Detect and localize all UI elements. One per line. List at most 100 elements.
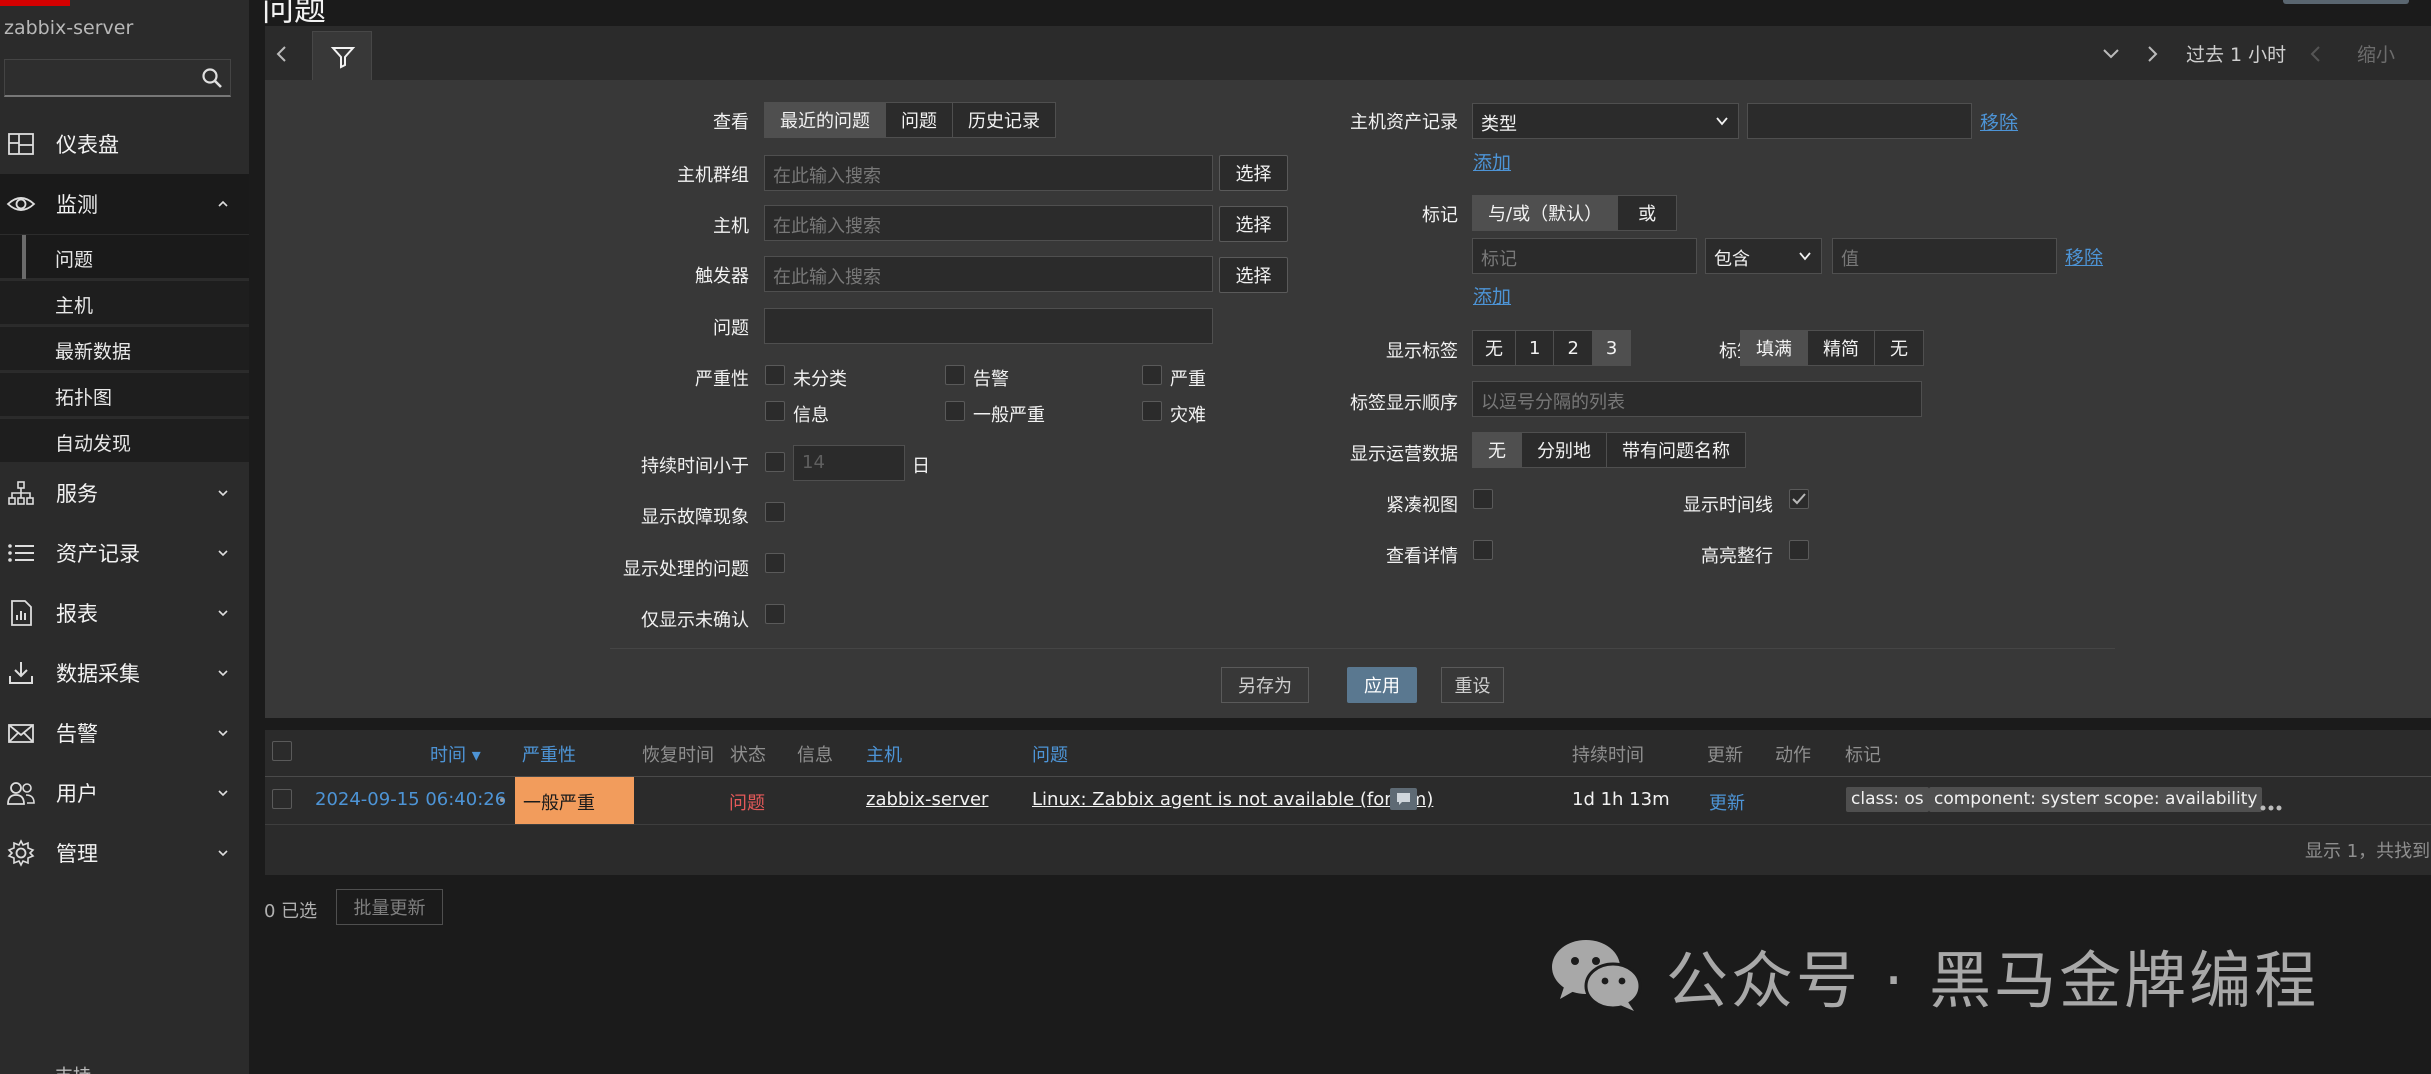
search-icon[interactable] [200, 66, 224, 90]
show-opdata-none[interactable]: 无 [1473, 433, 1522, 467]
sidebar-item-label: 主机 [55, 295, 94, 317]
show-opdata-with-name[interactable]: 带有问题名称 [1607, 433, 1745, 467]
tags-mode-and-or[interactable]: 与/或（默认） [1473, 196, 1619, 230]
inventory-value-input[interactable] [1747, 103, 1972, 139]
inventory-remove-link[interactable]: 移除 [1980, 108, 2018, 135]
show-tags-3[interactable]: 3 [1592, 331, 1631, 365]
comment-icon[interactable] [1390, 788, 1417, 810]
age-input[interactable]: 14 [793, 445, 905, 481]
zoom-out-button[interactable]: 缩小 [2357, 40, 2395, 67]
sidebar-item-maps[interactable]: 拓扑图 [0, 372, 249, 416]
nav-services[interactable]: 服务 [0, 463, 249, 523]
highlight-row-checkbox[interactable] [1789, 540, 1809, 560]
compact-view-checkbox[interactable] [1473, 489, 1493, 509]
row-tag[interactable]: class: os [1846, 787, 1929, 812]
show-suppressed-checkbox[interactable] [765, 553, 785, 573]
nav-administration[interactable]: 管理 [0, 823, 249, 883]
column-problem[interactable]: 问题 [1032, 741, 1068, 767]
row-tag[interactable]: component: system [1929, 787, 2108, 812]
inventory-add-link[interactable]: 添加 [1473, 148, 1511, 175]
severity-not-classified-checkbox[interactable] [765, 365, 785, 385]
severity-disaster-checkbox[interactable] [1142, 401, 1162, 421]
row-checkbox[interactable] [272, 789, 292, 809]
show-timeline-checkbox[interactable] [1789, 489, 1809, 509]
column-host[interactable]: 主机 [866, 741, 902, 767]
triggers-input[interactable]: 在此输入搜索 [764, 256, 1213, 292]
sidebar-search-input[interactable] [4, 59, 231, 97]
hosts-select-button[interactable]: 选择 [1219, 206, 1288, 242]
apply-button[interactable]: 应用 [1347, 667, 1417, 703]
compact-view-label: 紧凑视图 [1386, 495, 1458, 516]
hosts-input[interactable]: 在此输入搜索 [764, 205, 1213, 241]
tag-name-input[interactable]: 标记 [1472, 238, 1697, 274]
severity-average-checkbox[interactable] [945, 401, 965, 421]
nav-data-collection[interactable]: 数据采集 [0, 643, 249, 703]
show-symptoms-checkbox[interactable] [765, 502, 785, 522]
nav-monitoring[interactable]: 监测 [0, 174, 249, 234]
show-opdata-separately[interactable]: 分别地 [1522, 433, 1607, 467]
show-tags-none[interactable]: 无 [1473, 331, 1516, 365]
nav-users-label: 用户 [56, 782, 98, 806]
show-tags-1[interactable]: 1 [1516, 331, 1555, 365]
tab-filter[interactable] [312, 31, 372, 81]
show-symptoms-label: 显示故障现象 [641, 507, 749, 528]
show-details-label: 查看详情 [1386, 546, 1458, 567]
show-problems[interactable]: 问题 [886, 103, 953, 137]
host-groups-label: 主机群组 [677, 165, 749, 186]
tag-value-input[interactable]: 值 [1832, 238, 2057, 274]
tag-name-none[interactable]: 无 [1875, 331, 1923, 365]
sidebar-item-problems[interactable]: 问题 [0, 234, 249, 279]
nav-support[interactable]: 支持 [55, 1062, 91, 1074]
nav-alerts[interactable]: 告警 [0, 703, 249, 763]
severity-warning-checkbox[interactable] [945, 365, 965, 385]
row-host-link[interactable]: zabbix-server [866, 789, 988, 810]
chevron-left-icon[interactable] [272, 42, 292, 66]
more-tags-icon[interactable] [2259, 796, 2283, 811]
age-checkbox[interactable] [765, 452, 785, 472]
header-action-button[interactable] [2283, 0, 2409, 4]
row-tag[interactable]: scope: availability [2099, 787, 2263, 812]
save-as-button[interactable]: 另存为 [1221, 667, 1309, 703]
sidebar-item-discovery[interactable]: 自动发现 [0, 418, 249, 462]
unack-only-checkbox[interactable] [765, 604, 785, 624]
tags-mode-or[interactable]: 或 [1618, 196, 1676, 230]
show-tags-2[interactable]: 2 [1554, 331, 1593, 365]
tag-remove-link[interactable]: 移除 [2065, 243, 2103, 270]
column-time[interactable]: 时间 ▾ [430, 741, 481, 767]
chevron-right-icon[interactable] [2141, 42, 2163, 66]
nav-dashboard[interactable]: 仪表盘 [0, 114, 249, 174]
row-update-link[interactable]: 更新 [1709, 789, 1745, 815]
time-period-label[interactable]: 过去 1 小时 [2186, 40, 2286, 67]
tag-priority-input[interactable]: 以逗号分隔的列表 [1472, 381, 1922, 417]
zabbix-logo[interactable] [0, 0, 70, 6]
chevron-down-icon[interactable] [2100, 42, 2122, 66]
problem-input[interactable] [764, 308, 1213, 344]
show-details-checkbox[interactable] [1473, 540, 1493, 560]
nav-reports[interactable]: 报表 [0, 583, 249, 643]
sidebar-item-latest-data[interactable]: 最新数据 [0, 326, 249, 370]
triggers-select-button[interactable]: 选择 [1219, 257, 1288, 293]
host-groups-input[interactable]: 在此输入搜索 [764, 155, 1213, 191]
tag-name-full[interactable]: 填满 [1741, 331, 1808, 365]
severity-high-checkbox[interactable] [1142, 365, 1162, 385]
severity-option-label: 灾难 [1170, 405, 1206, 426]
nav-inventory[interactable]: 资产记录 [0, 523, 249, 583]
tag-add-link[interactable]: 添加 [1473, 282, 1511, 309]
sidebar-item-hosts[interactable]: 主机 [0, 280, 249, 324]
nav-data-collection-label: 数据采集 [56, 662, 140, 686]
mass-update-button[interactable]: 批量更新 [336, 889, 443, 925]
nav-users[interactable]: 用户 [0, 763, 249, 823]
row-time-link[interactable]: 2024-09-15 06:40:26 [315, 789, 506, 810]
row-problem-link[interactable]: Linux: Zabbix agent is not available (fo… [1032, 789, 1433, 810]
tag-operator-select[interactable]: 包含 [1705, 238, 1822, 274]
chevron-left-icon[interactable] [2305, 42, 2327, 66]
reset-button[interactable]: 重设 [1441, 667, 1504, 703]
column-severity[interactable]: 严重性 [522, 741, 576, 767]
show-recent-problems[interactable]: 最近的问题 [765, 103, 886, 137]
show-history[interactable]: 历史记录 [953, 103, 1055, 137]
select-all-checkbox[interactable] [272, 741, 292, 761]
severity-information-checkbox[interactable] [765, 401, 785, 421]
host-groups-select-button[interactable]: 选择 [1219, 155, 1288, 191]
inventory-field-select[interactable]: 类型 [1472, 103, 1739, 139]
tag-name-short[interactable]: 精简 [1808, 331, 1875, 365]
